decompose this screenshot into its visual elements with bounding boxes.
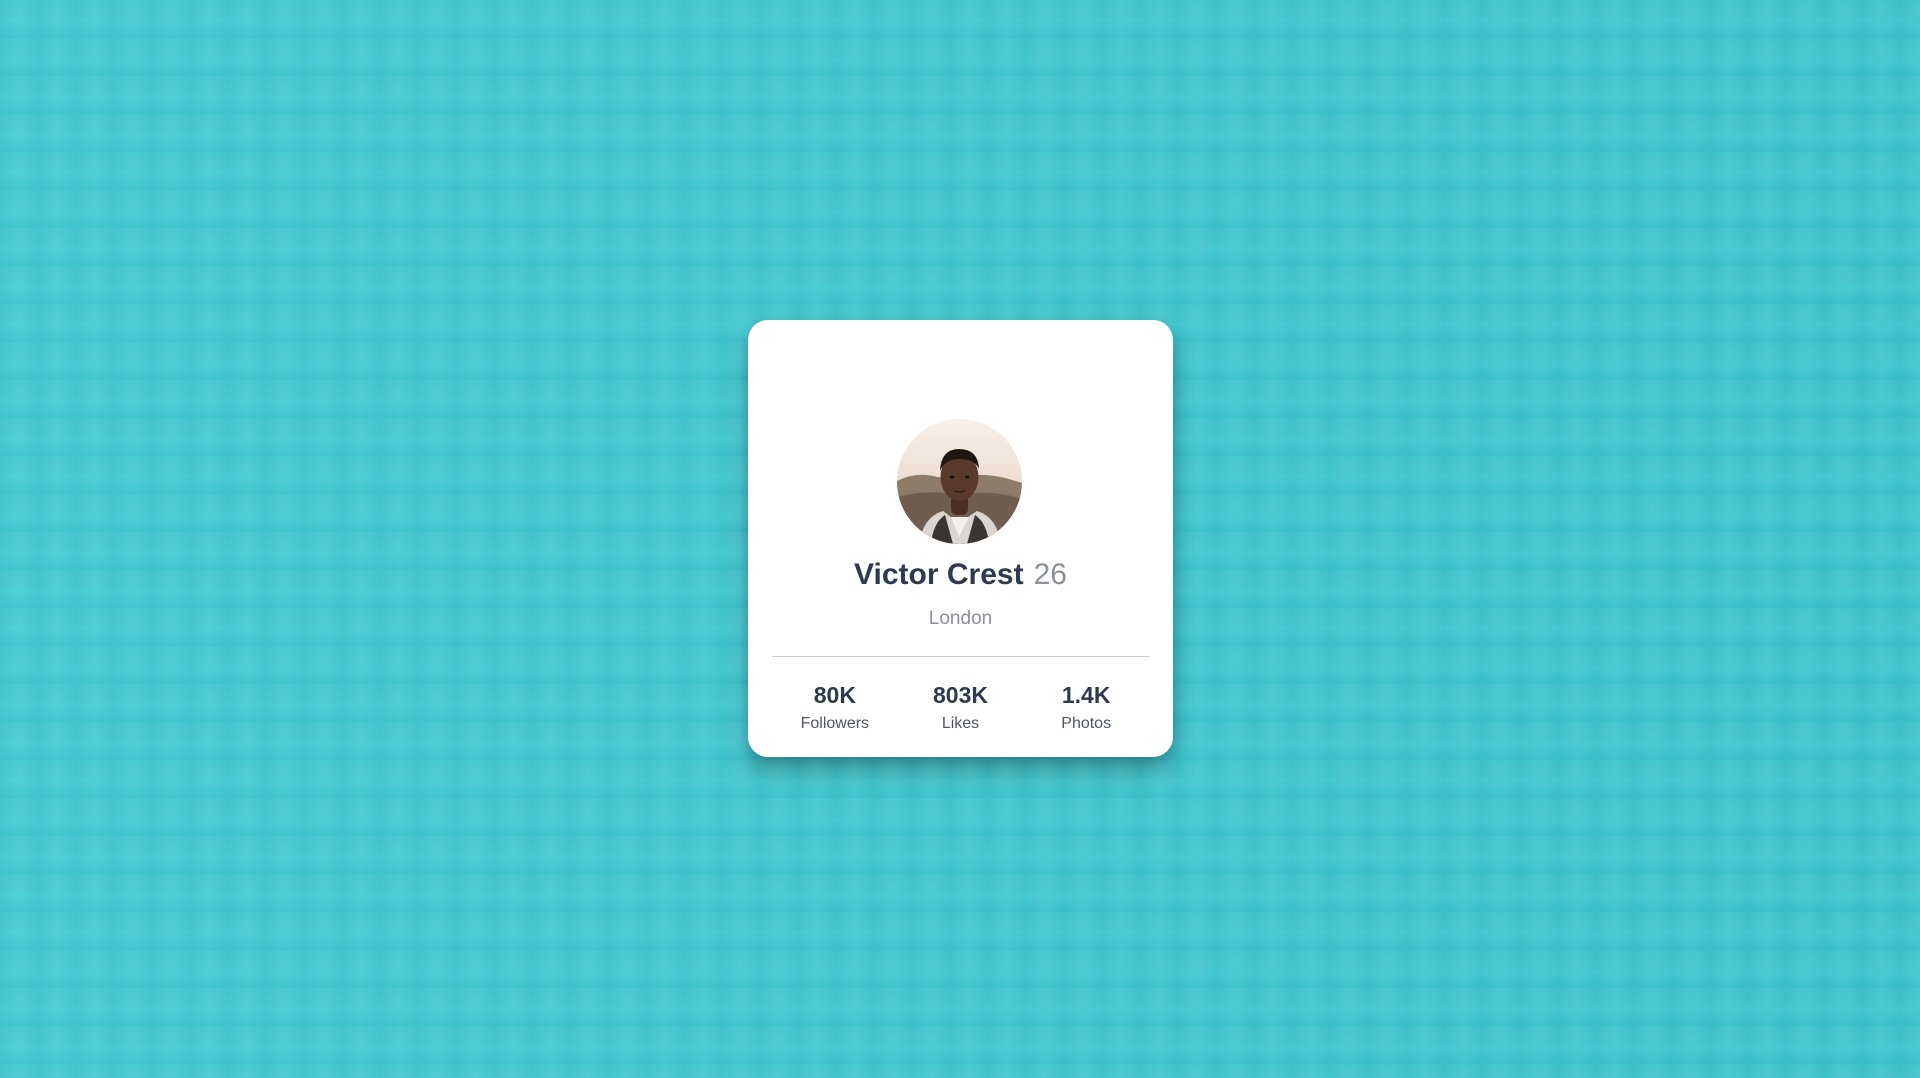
avatar-photo [897,419,1022,544]
stat-label: Followers [800,715,870,732]
avatar[interactable] [897,419,1022,544]
stat-followers[interactable]: 80K Followers [772,681,898,734]
profile-city: London [928,608,993,629]
divider [772,656,1149,657]
name-row: Victor Crest 26 [748,558,1173,592]
stats-row: 80K Followers 803K Likes 1.4K Photos [772,681,1149,734]
profile-name: Victor Crest [854,558,1024,591]
stat-value: 803K [933,682,988,708]
stat-label: Photos [1061,715,1112,732]
stat-label: Likes [941,715,980,732]
profile-card: Victor Crest 26 London 80K Followers 803K… [748,320,1173,757]
stat-photos[interactable]: 1.4K Photos [1023,681,1149,734]
profile-age: 26 [1033,558,1067,591]
stat-value: 80K [813,682,856,708]
stat-likes[interactable]: 803K Likes [898,681,1024,734]
stat-value: 1.4K [1061,682,1111,708]
